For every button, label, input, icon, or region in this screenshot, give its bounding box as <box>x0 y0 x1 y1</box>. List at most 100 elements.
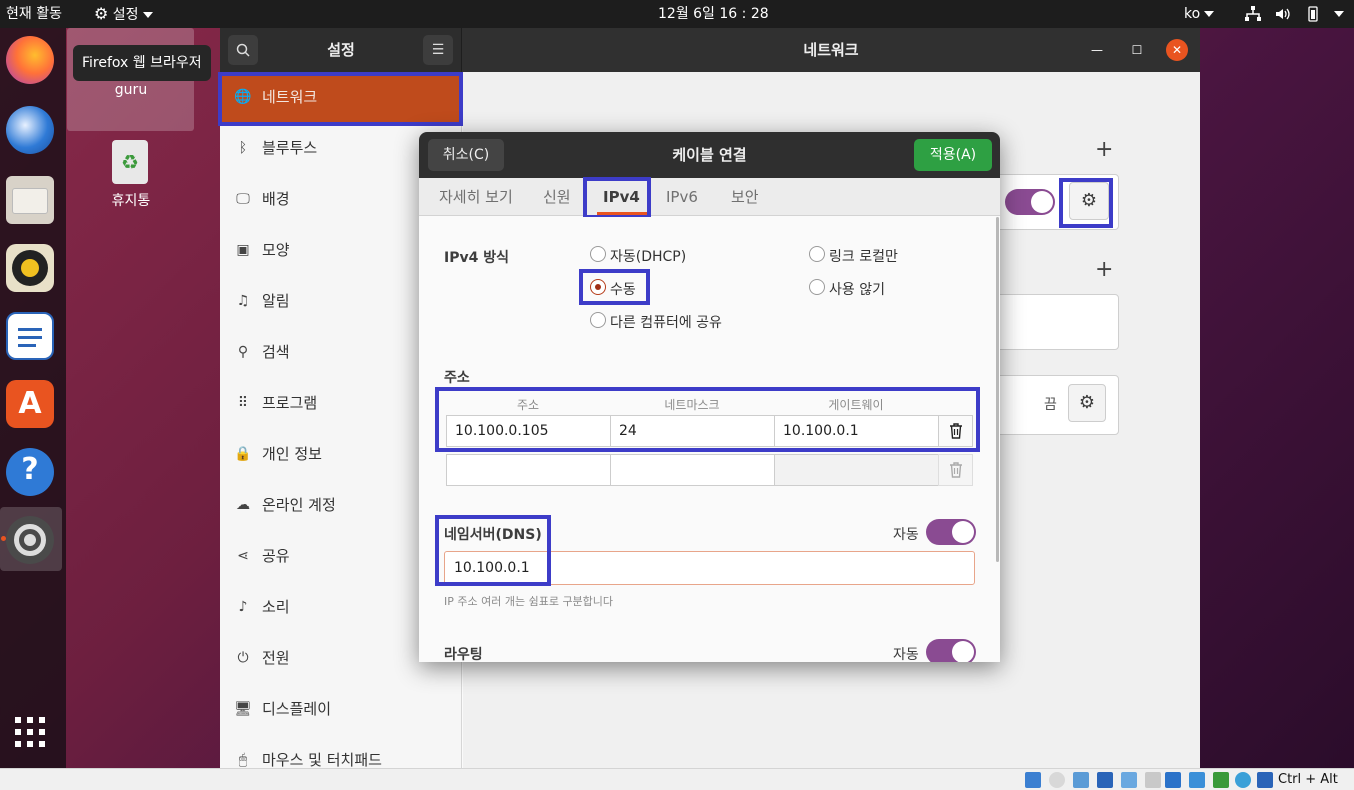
main-header: 네트워크 — ☐ ✕ <box>462 28 1200 72</box>
audio-icon[interactable] <box>1073 772 1089 788</box>
highlight-network <box>218 72 463 126</box>
usb-icon[interactable] <box>1121 772 1137 788</box>
routing-auto-toggle[interactable] <box>926 639 976 662</box>
sidebar-item-label: 마우스 및 터치패드 <box>262 751 382 768</box>
gateway-input-empty[interactable] <box>774 454 939 486</box>
software-icon[interactable]: A <box>6 380 54 428</box>
dock: A ? <box>0 28 66 768</box>
wired-connection-dialog: 취소(C) 케이블 연결 적용(A) 자세히 보기 신원 IPv4 IPv6 보… <box>419 132 1000 662</box>
bluetooth-icon: ᛒ <box>238 140 248 156</box>
globe-icon[interactable] <box>1235 772 1251 788</box>
settings-icon[interactable] <box>6 516 54 564</box>
radio-disable-label: 사용 않기 <box>829 282 885 298</box>
optical-drive-icon[interactable] <box>1049 772 1065 788</box>
bell-icon: ♫ <box>236 293 250 309</box>
sidebar-item-label: 블루투스 <box>262 139 318 157</box>
sidebar-item-mouse[interactable]: 🖱 마우스 및 터치패드 <box>220 735 461 768</box>
trash-icon <box>949 462 962 478</box>
appearance-icon: ▣ <box>236 242 250 258</box>
sidebar-item-label: 온라인 계정 <box>262 496 336 514</box>
rhythmbox-icon[interactable] <box>6 244 54 292</box>
highlight-manual <box>579 269 650 305</box>
clock[interactable]: 12월 6일 16 : 28 <box>658 0 769 28</box>
sidebar-item-label: 디스플레이 <box>262 700 332 718</box>
ipv4-method-label: IPv4 방식 <box>444 250 509 266</box>
radio-link-local[interactable] <box>809 246 825 262</box>
network-adapter-icon[interactable] <box>1097 772 1113 788</box>
maximize-button[interactable]: ☐ <box>1126 39 1148 61</box>
network-icon[interactable] <box>1244 0 1262 28</box>
chevron-down-icon <box>1334 11 1344 17</box>
highlight-dns <box>435 515 551 586</box>
display-icon: 🖥 <box>234 701 252 717</box>
display-icon[interactable] <box>1165 772 1181 788</box>
apply-button[interactable]: 적용(A) <box>914 139 992 171</box>
routing-header: 라우팅 <box>444 647 483 662</box>
add-icon[interactable]: + <box>1095 257 1113 282</box>
close-button[interactable]: ✕ <box>1166 39 1188 61</box>
gear-icon[interactable]: ⚙ <box>1068 384 1106 422</box>
chevron-down-icon <box>1204 11 1215 17</box>
help-icon[interactable]: ? <box>6 448 54 496</box>
app-menu[interactable]: ⚙ 설정 <box>94 0 153 28</box>
power-icon: ⏻ <box>237 650 249 666</box>
netmask-input-empty[interactable] <box>610 454 775 486</box>
monitor-icon: 🖵 <box>236 191 250 207</box>
files-icon[interactable] <box>6 176 54 224</box>
routing-auto-label: 자동 <box>893 647 919 662</box>
activities-button[interactable]: 현재 활동 <box>6 0 62 28</box>
sidebar-item-label: 알림 <box>262 292 290 310</box>
address-input-empty[interactable] <box>446 454 611 486</box>
dns-auto-toggle[interactable] <box>926 519 976 545</box>
sidebar-item-displays[interactable]: 🖥 디스플레이 <box>220 684 461 735</box>
writer-icon[interactable] <box>6 312 54 360</box>
arrow-down-icon[interactable] <box>1257 772 1273 788</box>
tab-details[interactable]: 자세히 보기 <box>431 178 521 216</box>
sidebar-item-label: 검색 <box>262 343 290 361</box>
recording-icon[interactable] <box>1189 772 1205 788</box>
language-label: ko <box>1184 6 1201 22</box>
ipv4-settings: IPv4 방식 자동(DHCP) 링크 로컬만 수동 사용 않기 다른 컴퓨터에… <box>419 217 1000 662</box>
sidebar-item-label: 전원 <box>262 649 290 667</box>
delete-row-button-disabled <box>938 454 973 486</box>
music-icon: ♪ <box>238 599 248 615</box>
dock-tooltip: Firefox 웹 브라우저 <box>73 45 211 81</box>
mouse-icon: 🖱 <box>238 752 248 768</box>
sidebar-header: 설정 ☰ <box>220 28 462 72</box>
top-bar: 현재 활동 ⚙ 설정 12월 6일 16 : 28 ko <box>0 0 1354 28</box>
language-menu[interactable]: ko <box>1184 0 1215 28</box>
tab-identity[interactable]: 신원 <box>535 178 579 216</box>
shared-folder-icon[interactable] <box>1145 772 1161 788</box>
search-icon: ⚲ <box>237 344 249 360</box>
cpu-icon[interactable] <box>1213 772 1229 788</box>
system-menu[interactable] <box>1330 0 1344 28</box>
trash-icon[interactable]: ♻ <box>112 140 148 184</box>
radio-dhcp-label: 자동(DHCP) <box>610 249 687 265</box>
radio-shared-label: 다른 컴퓨터에 공유 <box>610 315 722 331</box>
app-grid-icon[interactable] <box>14 716 46 748</box>
wired-toggle[interactable] <box>1005 189 1055 215</box>
trash-label[interactable]: 휴지통 <box>71 190 191 210</box>
tab-ipv6[interactable]: IPv6 <box>658 178 706 216</box>
grid-icon: ⠿ <box>237 395 249 411</box>
highlight-ipv4-tab <box>583 177 651 219</box>
tab-security[interactable]: 보안 <box>723 178 767 216</box>
hard-disk-icon[interactable] <box>1025 772 1041 788</box>
address-header: 주소 <box>444 370 470 386</box>
thunderbird-icon[interactable] <box>6 106 54 154</box>
volume-icon[interactable] <box>1274 0 1292 28</box>
battery-icon[interactable] <box>1304 0 1322 28</box>
highlight-address-row <box>435 387 980 452</box>
radio-dhcp[interactable] <box>590 246 606 262</box>
radio-disable[interactable] <box>809 279 825 295</box>
home-folder-label[interactable]: guru <box>71 82 191 98</box>
radio-shared[interactable] <box>590 312 606 328</box>
share-icon: ⋖ <box>237 548 249 564</box>
firefox-icon[interactable] <box>6 36 54 84</box>
dns-auto-label: 자동 <box>893 527 919 543</box>
hamburger-menu-button[interactable]: ☰ <box>423 35 453 65</box>
dialog-scrollbar[interactable] <box>996 217 999 562</box>
gear-icon: ⚙ <box>94 4 109 23</box>
add-icon[interactable]: + <box>1095 137 1113 162</box>
minimize-button[interactable]: — <box>1086 39 1108 61</box>
